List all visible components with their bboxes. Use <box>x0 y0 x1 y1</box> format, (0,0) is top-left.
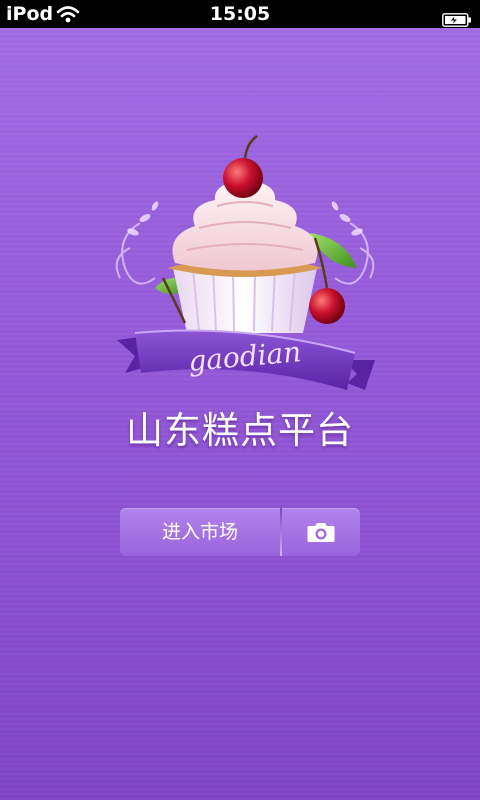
camera-button[interactable] <box>282 508 360 556</box>
camera-icon <box>306 520 336 544</box>
screen: iPod 15:05 gaodian 山东糕点平台 进入市场 <box>0 0 480 800</box>
battery-icon <box>442 7 472 27</box>
enter-market-button[interactable]: 进入市场 <box>120 508 280 556</box>
cupcake-logo: gaodian <box>95 128 395 408</box>
splash-screen: gaodian 山东糕点平台 进入市场 <box>0 28 480 800</box>
app-title: 山东糕点平台 <box>126 409 354 452</box>
action-bar: 进入市场 <box>120 508 360 556</box>
status-time: 15:05 <box>209 3 271 25</box>
status-bar: iPod 15:05 <box>0 0 480 28</box>
